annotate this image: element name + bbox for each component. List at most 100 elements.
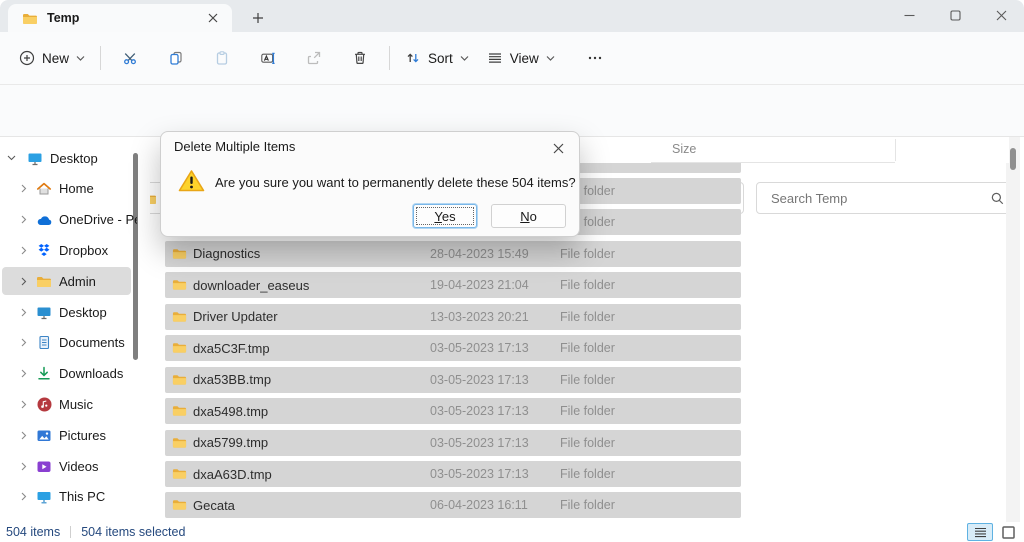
table-row[interactable]: dxa5498.tmp 03-05-2023 17:13 File folder: [165, 398, 741, 424]
tab-close-icon[interactable]: [202, 7, 224, 29]
table-row[interactable]: dxaA63D.tmp 03-05-2023 17:13 File folder: [165, 461, 741, 487]
delete-button[interactable]: [337, 40, 383, 76]
libraries-icon: [35, 521, 53, 522]
sidebar-item-downloads[interactable]: Downloads: [0, 360, 150, 388]
toolbar-divider: [389, 46, 390, 70]
copy-button[interactable]: [153, 40, 199, 76]
folder-icon: [172, 310, 187, 323]
sidebar-item-videos[interactable]: Videos: [0, 452, 150, 480]
sidebar-item-desktop-top[interactable]: Desktop: [0, 144, 150, 172]
view-button[interactable]: View: [478, 40, 564, 76]
selected-count: 504 items selected: [81, 525, 185, 539]
close-button[interactable]: [978, 0, 1024, 30]
new-tab-button[interactable]: [246, 7, 270, 29]
table-row[interactable]: Gecata 06-04-2023 16:11 File folder: [165, 492, 741, 518]
sidebar-item-music[interactable]: Music: [0, 390, 150, 418]
table-row[interactable]: dxa53BB.tmp 03-05-2023 17:13 File folder: [165, 367, 741, 393]
table-row[interactable]: dxa5799.tmp 03-05-2023 17:13 File folder: [165, 430, 741, 456]
chevron-collapsed-icon[interactable]: [19, 338, 29, 347]
sidebar-item-dropbox[interactable]: Dropbox: [0, 236, 150, 264]
chevron-collapsed-icon[interactable]: [19, 400, 29, 409]
item-count: 504 items: [6, 525, 60, 539]
large-icons-view-toggle[interactable]: [998, 523, 1018, 541]
share-icon: [306, 50, 322, 66]
sidebar-item-onedrive[interactable]: OneDrive - Per: [0, 206, 150, 234]
maximize-button[interactable]: [932, 0, 978, 30]
chevron-collapsed-icon[interactable]: [19, 369, 29, 378]
folder-icon: [172, 247, 187, 260]
sidebar-item-documents[interactable]: Documents: [0, 329, 150, 357]
chevron-collapsed-icon[interactable]: [19, 277, 29, 286]
sort-button-label: Sort: [428, 51, 453, 66]
chevron-collapsed-icon[interactable]: [19, 215, 29, 224]
folder-icon: [172, 436, 187, 449]
minimize-button[interactable]: [886, 0, 932, 30]
details-view-toggle[interactable]: [967, 523, 993, 541]
new-button[interactable]: New: [10, 40, 94, 76]
more-options-button[interactable]: [572, 40, 618, 76]
rename-button[interactable]: [245, 40, 291, 76]
sidebar-item-admin[interactable]: Admin: [0, 267, 150, 295]
plus-circle-icon: [19, 50, 35, 66]
table-row[interactable]: downloader_easeus 19-04-2023 21:04 File …: [165, 272, 741, 298]
table-row[interactable]: Diagnostics 28-04-2023 15:49 File folder: [165, 241, 741, 267]
file-type: File folder: [560, 278, 615, 292]
sidebar-item-desktop[interactable]: Desktop: [0, 298, 150, 326]
share-button[interactable]: [291, 40, 337, 76]
column-header-size[interactable]: Size: [672, 142, 696, 156]
file-name: Driver Updater: [193, 309, 278, 324]
desktop-icon: [26, 151, 44, 166]
pictures-icon: [35, 428, 53, 443]
view-button-label: View: [510, 51, 539, 66]
downloads-icon: [35, 366, 53, 381]
sidebar-scrollbar-thumb[interactable]: [133, 153, 138, 360]
chevron-collapsed-icon[interactable]: [19, 462, 29, 471]
trash-icon: [352, 50, 368, 66]
chevron-down-icon: [460, 55, 469, 62]
sidebar-item-libraries-cutoff[interactable]: [0, 514, 150, 522]
file-name: dxa5799.tmp: [193, 435, 268, 450]
folder-icon: [22, 12, 38, 25]
file-name: downloader_easeus: [193, 278, 309, 293]
table-row[interactable]: dxa5C3F.tmp 03-05-2023 17:13 File folder: [165, 335, 741, 361]
sort-button[interactable]: Sort: [396, 40, 478, 76]
chevron-collapsed-icon[interactable]: [19, 246, 29, 255]
date-modified: 06-04-2023 16:11: [430, 498, 528, 512]
navigation-row: Admin AppData Local Temp: [0, 85, 1024, 137]
chevron-collapsed-icon[interactable]: [19, 492, 29, 501]
column-separator[interactable]: [895, 139, 896, 161]
table-row[interactable]: Driver Updater 13-03-2023 20:21 File fol…: [165, 304, 741, 330]
cut-button[interactable]: [107, 40, 153, 76]
status-divider: [70, 526, 71, 538]
ellipsis-icon: [587, 50, 603, 66]
yes-button[interactable]: Yes: [413, 204, 477, 228]
file-name: dxa5498.tmp: [193, 404, 268, 419]
dialog-title: Delete Multiple Items: [174, 139, 295, 154]
navigation-pane: Desktop Home OneDrive - Per Dropbox Admi…: [0, 137, 150, 522]
chevron-down-icon: [76, 55, 85, 62]
no-button[interactable]: No: [491, 204, 566, 228]
sidebar-item-home[interactable]: Home: [0, 175, 150, 203]
tab-temp[interactable]: Temp: [8, 4, 232, 32]
chevron-collapsed-icon[interactable]: [19, 184, 29, 193]
sidebar-item-pictures[interactable]: Pictures: [0, 421, 150, 449]
onedrive-icon: [35, 214, 53, 226]
file-name: dxaA63D.tmp: [193, 467, 272, 482]
home-icon: [35, 181, 53, 196]
scissors-icon: [122, 50, 138, 66]
chevron-collapsed-icon[interactable]: [19, 431, 29, 440]
title-bar: Temp: [0, 0, 1024, 32]
chevron-expanded-icon[interactable]: [6, 155, 16, 161]
sidebar-item-this-pc[interactable]: This PC: [0, 483, 150, 511]
scrollbar-thumb[interactable]: [1010, 148, 1016, 170]
date-modified: 28-04-2023 15:49: [430, 247, 529, 261]
folder-icon: [172, 467, 187, 480]
paste-icon: [214, 50, 230, 66]
desktop-icon: [35, 305, 53, 320]
toolbar-divider: [100, 46, 101, 70]
dialog-close-icon[interactable]: [545, 136, 571, 160]
paste-button[interactable]: [199, 40, 245, 76]
chevron-collapsed-icon[interactable]: [19, 308, 29, 317]
folder-icon: [172, 404, 187, 417]
chevron-down-icon: [546, 55, 555, 62]
